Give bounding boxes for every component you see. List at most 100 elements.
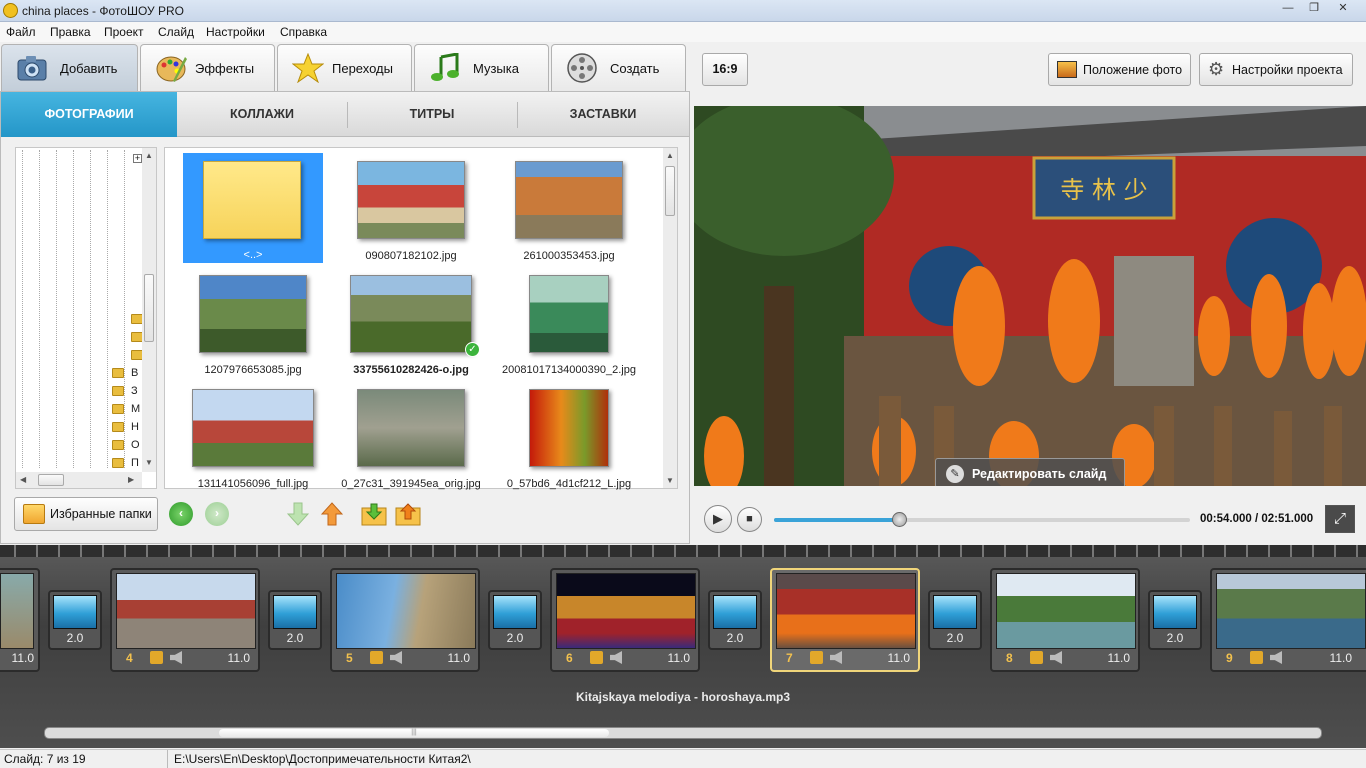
timeline-scrollbar[interactable]: ||| xyxy=(44,727,1322,739)
aspect-ratio-button[interactable]: 16:9 xyxy=(702,53,748,86)
menu-edit[interactable]: Правка xyxy=(50,25,91,39)
photo-thumbnail[interactable] xyxy=(357,389,465,467)
transition-item[interactable]: 2.0 xyxy=(488,590,542,650)
transition-item[interactable]: 2.0 xyxy=(928,590,982,650)
scroll-right-icon[interactable]: ▶ xyxy=(128,475,134,484)
pencil-icon[interactable] xyxy=(150,651,163,664)
transition-item[interactable]: 2.0 xyxy=(48,590,102,650)
tab-effects[interactable]: Эффекты xyxy=(140,44,275,91)
arrow-up-icon[interactable] xyxy=(321,502,343,526)
menu-settings[interactable]: Настройки xyxy=(206,25,265,39)
transition-item[interactable]: 2.0 xyxy=(708,590,762,650)
speaker-icon[interactable] xyxy=(390,651,402,664)
photo-thumbnail[interactable] xyxy=(357,161,465,239)
slide-item-selected[interactable]: 7 11.0 xyxy=(770,568,920,672)
scroll-down-icon[interactable]: ▼ xyxy=(145,458,153,467)
scroll-thumb[interactable] xyxy=(38,474,64,486)
tree-item-label[interactable]: П xyxy=(131,457,139,469)
subtab-collages[interactable]: КОЛЛАЖИ xyxy=(177,92,347,137)
folder-down-icon[interactable] xyxy=(361,502,387,526)
photo-thumbnail[interactable] xyxy=(199,275,307,353)
slide-partial[interactable]: 11.0 xyxy=(0,568,40,672)
maximize-icon[interactable]: ❐ xyxy=(1300,0,1328,18)
file-name[interactable]: 090807182102.jpg xyxy=(336,250,486,262)
menu-help[interactable]: Справка xyxy=(280,25,327,39)
slide-item[interactable]: 9 11.0 xyxy=(1210,568,1366,672)
tab-transitions[interactable]: Переходы xyxy=(277,44,412,91)
files-vscrollbar[interactable]: ▲ ▼ xyxy=(663,148,677,488)
file-name[interactable]: 33755610282426-o.jpg xyxy=(336,364,486,376)
speaker-icon[interactable] xyxy=(1270,651,1282,664)
subtab-photos[interactable]: ФОТОГРАФИИ xyxy=(1,92,177,137)
slide-item[interactable]: 4 11.0 xyxy=(110,568,260,672)
file-name[interactable]: 131141056096_full.jpg xyxy=(178,478,328,490)
forward-icon[interactable]: › xyxy=(205,502,229,526)
file-name[interactable]: 20081017134000390_2.jpg xyxy=(494,364,644,376)
speaker-icon[interactable] xyxy=(1050,651,1062,664)
menu-slide[interactable]: Слайд xyxy=(158,25,194,39)
scroll-thumb[interactable] xyxy=(665,166,675,216)
fullscreen-icon[interactable]: ⤢ xyxy=(1325,505,1355,533)
stop-icon[interactable]: ■ xyxy=(737,507,762,532)
slide-item[interactable]: 5 11.0 xyxy=(330,568,480,672)
pencil-icon[interactable] xyxy=(810,651,823,664)
tree-item-label[interactable]: Н xyxy=(131,421,139,433)
pencil-icon[interactable] xyxy=(1250,651,1263,664)
pencil-icon[interactable] xyxy=(370,651,383,664)
photo-position-button[interactable]: Положение фото xyxy=(1048,53,1191,86)
speaker-icon[interactable] xyxy=(170,651,182,664)
tree-item-label[interactable]: З xyxy=(131,385,138,397)
scroll-left-icon[interactable]: ◀ xyxy=(20,475,26,484)
music-track-label[interactable]: Kitajskaya melodiya - horoshaya.mp3 xyxy=(0,690,1366,710)
seek-track[interactable] xyxy=(774,518,1190,522)
pencil-icon[interactable] xyxy=(590,651,603,664)
tree-item-label[interactable]: М xyxy=(131,403,140,415)
favorite-folders-button[interactable]: Избранные папки xyxy=(14,497,158,531)
photo-thumbnail[interactable] xyxy=(515,161,623,239)
transition-item[interactable]: 2.0 xyxy=(268,590,322,650)
tab-add[interactable]: Добавить xyxy=(1,44,138,91)
tree-item-label[interactable]: О xyxy=(131,439,140,451)
arrow-down-icon[interactable] xyxy=(287,502,309,526)
back-icon[interactable]: ‹ xyxy=(169,502,193,526)
speaker-icon[interactable] xyxy=(610,651,622,664)
slide-item[interactable]: 6 11.0 xyxy=(550,568,700,672)
tab-music[interactable]: Музыка xyxy=(414,44,549,91)
scroll-up-icon[interactable]: ▲ xyxy=(145,151,153,160)
tab-create[interactable]: Создать xyxy=(551,44,686,91)
photo-thumbnail[interactable] xyxy=(350,275,472,353)
scroll-down-icon[interactable]: ▼ xyxy=(666,476,674,485)
menu-file[interactable]: Файл xyxy=(6,25,36,39)
minimize-icon[interactable]: — xyxy=(1274,0,1302,18)
project-settings-button[interactable]: ⚙ Настройки проекта xyxy=(1199,53,1353,86)
seek-handle[interactable] xyxy=(891,512,907,527)
tree-vscrollbar[interactable]: ▲ ▼ xyxy=(142,148,156,472)
close-icon[interactable]: ✕ xyxy=(1328,0,1358,18)
slide-item[interactable]: 8 11.0 xyxy=(990,568,1140,672)
expand-icon[interactable]: + xyxy=(133,154,142,163)
scroll-thumb[interactable] xyxy=(144,274,154,342)
subtab-screensavers[interactable]: ЗАСТАВКИ xyxy=(517,92,689,137)
photo-thumbnail[interactable] xyxy=(192,389,314,467)
folder-tree[interactable]: + В З М Н О П ▲ ▼ ◀ ▶ xyxy=(15,147,157,489)
file-name[interactable]: 0_57bd6_4d1cf212_L.jpg xyxy=(494,478,644,490)
file-item-parent[interactable]: <..> xyxy=(183,153,323,263)
tree-hscrollbar[interactable]: ◀ ▶ xyxy=(16,472,142,488)
pencil-icon[interactable] xyxy=(1030,651,1043,664)
photo-thumbnail[interactable] xyxy=(529,389,609,467)
file-name[interactable]: 261000353453.jpg xyxy=(494,250,644,262)
slide-preview[interactable]: 寺 林 少 ✎ Редактировать слайд xyxy=(694,106,1366,486)
scroll-thumb[interactable]: ||| xyxy=(219,729,609,737)
menu-project[interactable]: Проект xyxy=(104,25,144,39)
scroll-up-icon[interactable]: ▲ xyxy=(666,151,674,160)
speaker-icon[interactable] xyxy=(830,651,842,664)
play-icon[interactable]: ▶ xyxy=(704,505,732,533)
file-name[interactable]: 0_27c31_391945ea_orig.jpg xyxy=(336,478,486,490)
file-name[interactable]: 1207976653085.jpg xyxy=(178,364,328,376)
transition-item[interactable]: 2.0 xyxy=(1148,590,1202,650)
subtab-titles[interactable]: ТИТРЫ xyxy=(347,92,517,137)
folder-up-icon[interactable] xyxy=(395,502,421,526)
tree-item-label[interactable]: В xyxy=(131,367,138,379)
edit-slide-button[interactable]: ✎ Редактировать слайд xyxy=(935,458,1125,486)
file-browser[interactable]: <..> 090807182102.jpg 261000353453.jpg 1… xyxy=(164,147,678,490)
